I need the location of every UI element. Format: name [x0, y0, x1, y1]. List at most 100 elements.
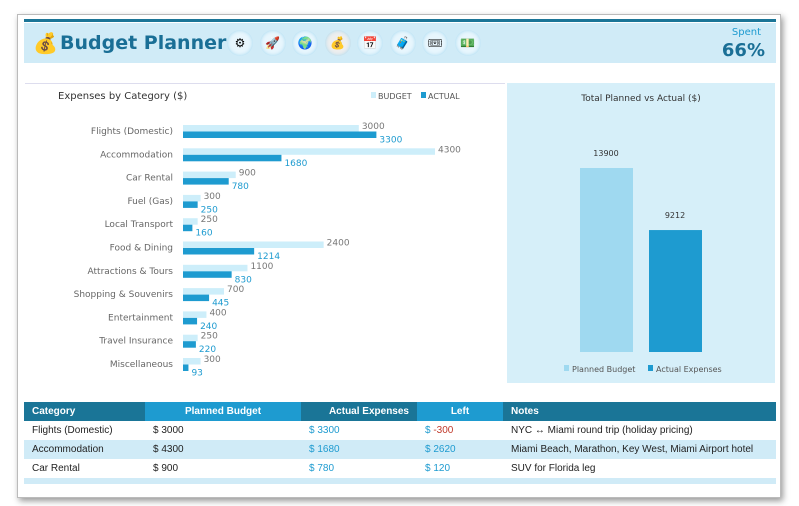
bar-budget — [183, 125, 359, 132]
data-label: 250 — [201, 215, 218, 225]
table-cell: $ 2620 — [417, 440, 503, 459]
bar-budget — [183, 171, 236, 179]
gear-button[interactable]: ⚙ — [227, 30, 253, 56]
bar-actual — [183, 224, 193, 232]
table-cell: $ 1680 — [301, 440, 417, 459]
table-row[interactable]: Car Rental $ 900 $ 780 $ 120 SUV for Florida… — [24, 459, 776, 478]
table-cell: $ 3000 — [153, 425, 184, 436]
globe-button[interactable]: 🌍 — [292, 30, 318, 56]
data-label: 240 — [200, 322, 217, 332]
category-label: Miscellaneous — [110, 360, 173, 370]
category-label: Attractions & Tours — [88, 267, 174, 277]
category-label: Food & Dining — [110, 244, 173, 254]
category-label: Flights (Domestic) — [91, 127, 173, 137]
rocket-icon: 🚀 — [265, 36, 280, 50]
calendar-icon: 📅 — [362, 36, 378, 50]
total-chart-panel: Total Planned vs Actual ($) 13900 Planned … — [507, 83, 775, 383]
column-header[interactable]: Category — [24, 402, 145, 421]
data-label: 3300 — [379, 136, 402, 146]
data-label: 160 — [195, 229, 212, 239]
data-label: 1100 — [250, 262, 273, 272]
bar-budget — [183, 264, 248, 272]
bar — [580, 168, 633, 352]
bar-actual — [183, 248, 255, 255]
category-label: Local Transport — [105, 220, 174, 230]
data-label: 93 — [191, 369, 202, 379]
data-label: 300 — [204, 192, 221, 202]
table-cell: $ 3300 — [309, 425, 340, 436]
chart-title: Expenses by Category ($) — [58, 91, 187, 102]
header-accent-line — [24, 19, 776, 22]
category-label: Travel Insurance — [98, 337, 173, 347]
column-header[interactable]: Left — [417, 402, 503, 421]
data-label: 780 — [232, 182, 249, 192]
bar-budget — [183, 148, 435, 155]
category-label: Fuel (Gas) — [128, 197, 174, 207]
column-header[interactable]: Planned Budget — [145, 402, 301, 421]
table-cell: NYC ↔ Miami round trip (holiday pricing) — [511, 425, 693, 436]
table-cell: Miami Beach, Marathon, Key West, Miami A… — [503, 440, 776, 459]
cash-icon: 💵 — [460, 36, 475, 50]
luggage-button[interactable]: 🧳 — [389, 30, 416, 56]
money-bag-button[interactable]: 💰 — [324, 30, 351, 56]
calendar-button[interactable]: 📅 — [357, 30, 383, 56]
table-cell: $ -300 — [425, 425, 454, 436]
legend-label: Actual Expenses — [656, 365, 722, 374]
table-cell: Car Rental — [32, 463, 80, 474]
data-label: 220 — [199, 345, 216, 355]
table-cell: $ 780 — [309, 463, 335, 474]
bar-budget — [183, 358, 201, 365]
gear-icon: ⚙ — [234, 36, 246, 50]
column-header[interactable]: Actual Expenses — [301, 402, 417, 421]
data-label: 3000 — [362, 122, 385, 132]
bar-budget — [183, 334, 198, 342]
total-planned-vs-actual-chart: Total Planned vs Actual ($) 13900 Planned … — [564, 94, 722, 374]
data-label: 900 — [239, 169, 256, 179]
bar-budget — [183, 218, 198, 225]
table-cell: SUV for Florida leg — [511, 463, 596, 474]
legend-label: ACTUAL — [428, 92, 460, 101]
rocket-button[interactable]: 🚀 — [259, 30, 286, 56]
data-label: 13900 — [593, 149, 618, 158]
table-row[interactable]: Accommodation $ 4300 $ 1680 $ 2620 Miami Bea… — [24, 440, 776, 459]
category-label: Accommodation — [100, 150, 173, 160]
data-label: 4300 — [438, 145, 461, 155]
legend-swatch — [648, 365, 653, 371]
bar-actual — [183, 317, 198, 325]
bar — [649, 230, 702, 352]
data-label: 400 — [209, 308, 226, 318]
globe-icon: 🌍 — [297, 36, 313, 50]
table-cell: $ 120 — [425, 463, 451, 474]
bar-actual — [183, 271, 232, 278]
data-label: 250 — [201, 205, 218, 215]
table-row[interactable]: Flights (Domestic) $ 3000 $ 3300 $ -300 NYC … — [24, 421, 776, 440]
expenses-table: Category Planned Budget Actual Expenses Lef… — [24, 402, 776, 484]
table-cell: $ 900 — [153, 463, 179, 474]
legend-swatch — [421, 92, 426, 98]
bar-actual — [183, 131, 377, 138]
bar-budget — [183, 194, 201, 202]
bar-actual — [183, 341, 196, 348]
data-label: 1680 — [284, 159, 307, 169]
spent-label: Spent — [731, 27, 761, 38]
data-label: 300 — [204, 355, 221, 365]
legend-swatch — [564, 365, 569, 371]
ticket-icon: 🎟 — [427, 36, 443, 50]
legend-label: BUDGET — [378, 92, 412, 101]
spent-value: 66% — [721, 40, 765, 61]
category-label: Shopping & Souvenirs — [74, 290, 174, 300]
data-label: 445 — [212, 299, 229, 309]
table-cell: $ 4300 — [145, 440, 301, 459]
category-label: Entertainment — [108, 313, 173, 323]
table-row — [24, 478, 776, 484]
expenses-chart-panel: Expenses by Category ($) BUDGET ACTUAL Flig… — [25, 83, 505, 384]
cash-button[interactable]: 💵 — [454, 30, 481, 56]
data-label: 2400 — [327, 239, 350, 249]
chart-title: Total Planned vs Actual ($) — [580, 94, 701, 104]
ticket-button[interactable]: 🎟 — [422, 30, 448, 56]
category-label: Car Rental — [126, 174, 173, 184]
table-cell — [24, 478, 776, 484]
column-header[interactable]: Notes — [503, 402, 776, 421]
bar-budget — [183, 311, 207, 318]
bar-actual — [183, 178, 229, 185]
